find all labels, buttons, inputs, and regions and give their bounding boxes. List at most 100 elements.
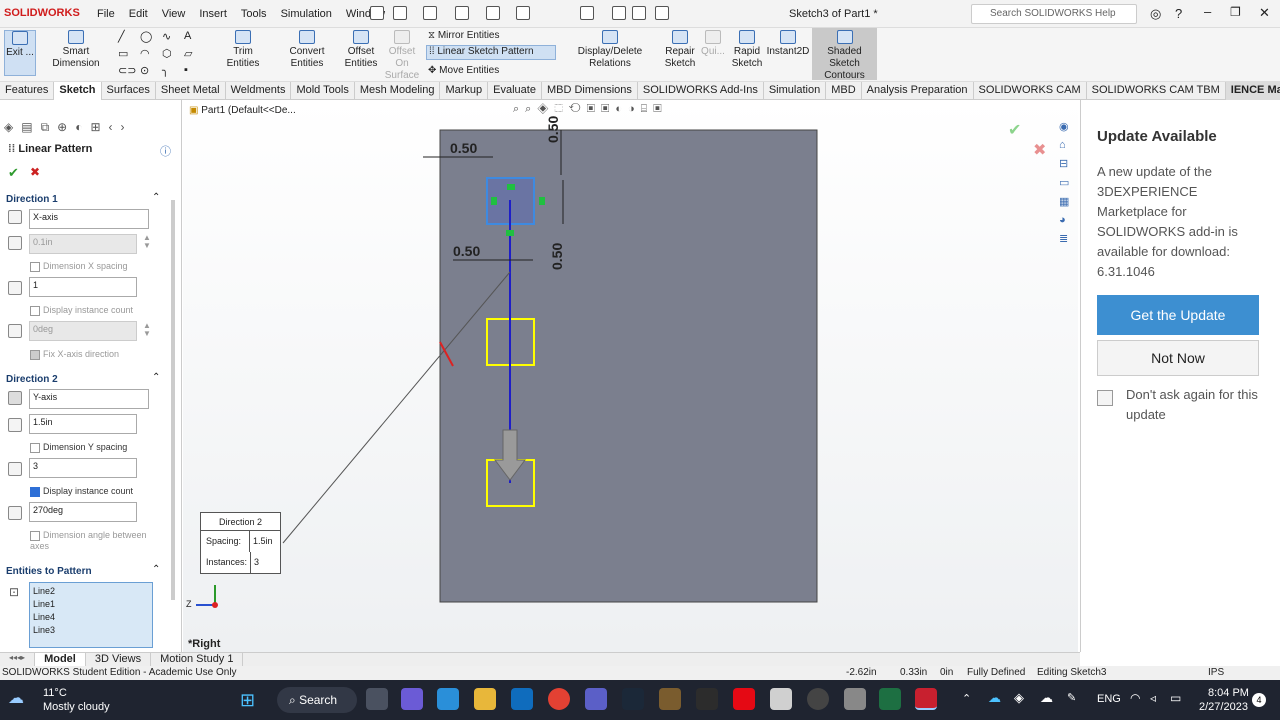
direction2-axis-field[interactable]: Y-axis [29,389,149,409]
edge-icon[interactable] [437,688,459,710]
minimize-icon[interactable]: – [1204,4,1211,19]
library-icon[interactable]: ⊟ [1059,157,1077,170]
menu-insert[interactable]: Insert [199,8,227,20]
display-delete-relations-button[interactable]: Display/Delete Relations [560,30,660,70]
move-entities-button[interactable]: ✥ Move Entities [428,65,499,76]
collapse-direction1-icon[interactable]: ⌃ [152,192,160,203]
calculator-icon[interactable] [844,688,866,710]
save-icon[interactable] [455,6,469,20]
entities-list[interactable]: Line2 Line1 Line4 Line3 [29,582,153,648]
direction2-spacing-field[interactable]: 1.5in [29,414,137,434]
unit-system[interactable]: IPS [1208,667,1224,678]
steam-icon[interactable] [622,688,644,710]
relation-icon-top[interactable] [507,184,515,190]
exit-sketch-button[interactable]: Exit ... [4,30,36,76]
tab-mbd-dimensions[interactable]: MBD Dimensions [542,82,638,100]
angle1-spinner[interactable]: ▲ ▼ [143,322,151,338]
tab-solidworks-add-ins[interactable]: SOLIDWORKS Add-Ins [638,82,764,100]
tab-motion-study[interactable]: Motion Study 1 [151,653,244,666]
ellipse-icon[interactable]: ⊙ [140,64,158,77]
menu-file[interactable]: File [97,8,115,20]
chevron-right-icon[interactable]: › [121,120,125,136]
direction1-spacing-field[interactable]: 0.1in [29,234,137,254]
tab-weldments[interactable]: Weldments [226,82,292,100]
linear-sketch-pattern-button[interactable]: ⁞⁞ Linear Sketch Pattern [426,45,556,60]
menu-view[interactable]: View [162,8,186,20]
close-icon[interactable]: ✕ [1259,5,1270,21]
instant2d-button[interactable]: Instant2D [766,30,810,58]
store-icon[interactable] [696,688,718,710]
task-view-icon[interactable] [366,688,388,710]
tab-solidworks-cam-tbm[interactable]: SOLIDWORKS CAM TBM [1087,82,1226,100]
tab-simulation[interactable]: Simulation [764,82,827,100]
dimension-mid-horizontal[interactable]: 0.50 [453,243,480,259]
tab-sketch[interactable]: Sketch [54,82,102,100]
smart-dimension-button[interactable]: Smart Dimension [38,30,114,70]
slot-icon[interactable]: ⊂⊃ [118,64,136,77]
cam-icon[interactable]: ⊞ [90,120,100,136]
undo-icon[interactable] [516,6,530,20]
open-icon[interactable] [423,6,437,20]
solidworks-taskbar-icon[interactable] [915,688,937,710]
callout-spacing-value[interactable]: 1.5in [249,531,273,552]
tab-model[interactable]: Model [35,653,86,666]
tray-chevron-icon[interactable]: ⌃ [962,692,971,705]
cancel-x-icon[interactable]: ✖ [30,165,40,179]
mirror-entities-button[interactable]: ⧖ Mirror Entities [428,30,500,41]
reverse-direction1-icon[interactable] [8,210,22,224]
direction2-callout[interactable]: Direction 2 Spacing: 1.5in Instances: 3 [200,512,281,574]
netflix-icon[interactable] [733,688,755,710]
tab-marketplace[interactable]: IENCE Marketplace [1225,82,1280,100]
relation-icon-bottom[interactable] [506,230,514,236]
photos-icon[interactable] [770,688,792,710]
direction1-count-field[interactable]: 1 [29,277,137,297]
palette-icon[interactable]: ▦ [1059,195,1077,208]
print-icon[interactable] [486,6,500,20]
restore-icon[interactable]: ❐ [1230,5,1241,19]
home-icon[interactable] [370,6,384,20]
direction1-axis-field[interactable]: X-axis [29,209,149,229]
collapse-direction2-icon[interactable]: ⌃ [152,372,160,383]
teams-icon[interactable] [585,688,607,710]
display-count2-checkbox[interactable]: Display instance count [30,486,133,497]
callout-instances-value[interactable]: 3 [250,552,259,573]
tray-cloud-icon[interactable]: ☁ [1040,690,1053,706]
polygon-icon[interactable]: ⬡ [162,47,180,60]
clock-date[interactable]: 2/27/2023 [1199,701,1248,713]
app-icon[interactable] [659,688,681,710]
direction1-angle-field[interactable]: 0deg [29,321,137,341]
arc-icon[interactable]: ◠ [140,47,158,60]
relation-icon-left[interactable] [491,197,497,205]
language-indicator[interactable]: ENG [1097,693,1121,705]
line-icon[interactable]: ╱ [118,30,136,43]
chevron-left-icon[interactable]: ‹ [109,120,113,136]
menu-tools[interactable]: Tools [241,8,267,20]
help-icon[interactable]: ⓘ [160,143,171,159]
dimension-top-vertical[interactable]: 0.50 [545,116,561,143]
rapid-sketch-button[interactable]: Rapid Sketch [730,30,764,70]
tab-markup[interactable]: Markup [440,82,489,100]
collapse-entities-icon[interactable]: ⌃ [152,564,160,575]
file-explorer-icon[interactable] [474,688,496,710]
file-properties-icon[interactable] [632,6,646,20]
weather-icon[interactable]: ☁ [8,688,24,708]
dont-ask-checkbox[interactable] [1097,390,1113,406]
user-icon[interactable]: ◎ [1150,6,1161,22]
tray-pen-icon[interactable]: ✎ [1067,691,1076,704]
ok-check-icon[interactable]: ✔ [8,165,19,181]
tray-app-icon[interactable]: ◈ [1014,690,1024,706]
chat-icon[interactable] [401,688,423,710]
spline-icon[interactable]: ∿ [162,30,180,43]
clock-icon[interactable] [807,688,829,710]
display-manager-icon[interactable]: ◐ [75,120,82,136]
list-item[interactable]: Line1 [33,599,149,612]
traffic-light-icon[interactable] [612,6,626,20]
repair-sketch-button[interactable]: Repair Sketch [662,30,698,70]
tab-mold-tools[interactable]: Mold Tools [291,82,355,100]
dimension-mid-vertical[interactable]: 0.50 [549,243,565,270]
confirm-corner-check-icon[interactable]: ✔ [1008,120,1021,140]
direction2-count-field[interactable]: 3 [29,458,137,478]
volume-icon[interactable]: ◃ [1150,691,1156,705]
list-item[interactable]: Line3 [33,625,149,638]
convert-entities-button[interactable]: Convert Entities [272,30,342,70]
